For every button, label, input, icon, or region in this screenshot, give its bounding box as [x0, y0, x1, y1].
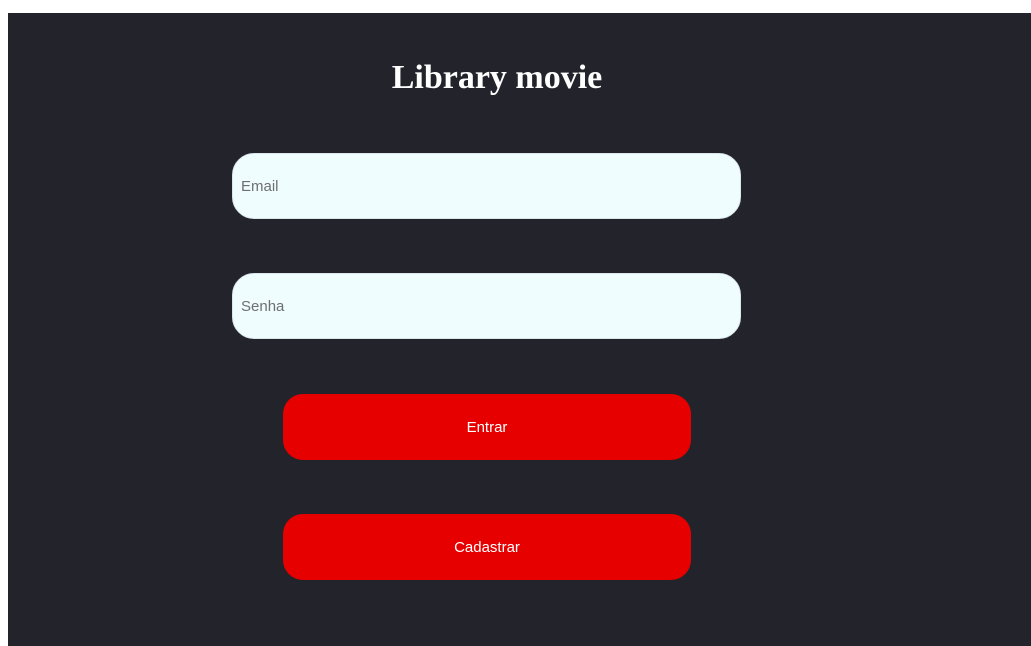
- login-panel: Library movie Entrar Cadastrar: [8, 13, 1031, 646]
- register-button[interactable]: Cadastrar: [283, 514, 691, 580]
- password-field[interactable]: [232, 273, 741, 339]
- login-button[interactable]: Entrar: [283, 394, 691, 460]
- page-title: Library movie: [391, 59, 603, 96]
- email-field[interactable]: [232, 153, 741, 219]
